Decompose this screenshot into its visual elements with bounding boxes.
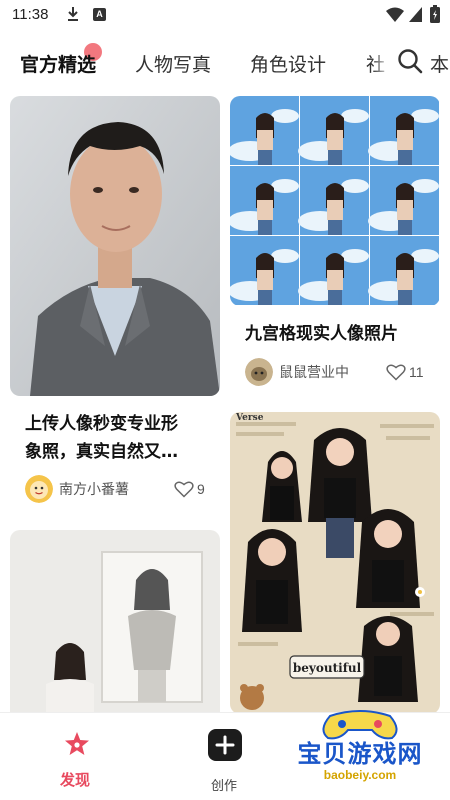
download-icon xyxy=(68,7,78,21)
nine-grid-image xyxy=(230,96,440,306)
discover-star-icon xyxy=(65,732,89,755)
card-title-headshot[interactable]: 上传人像秒变专业形 象照，真实自然又… xyxy=(25,410,215,466)
battery-icon xyxy=(430,5,440,23)
tab-partial[interactable]: 本 xyxy=(430,50,449,77)
collage-verse-text: Verse xyxy=(235,413,264,423)
card-image-nine-grid[interactable] xyxy=(230,96,440,306)
nav-discover-label: 发现 xyxy=(60,771,91,789)
like-count: 11 xyxy=(409,364,424,380)
a-badge-icon: A xyxy=(93,8,106,21)
tab-portrait[interactable]: 人物写真 xyxy=(135,50,211,77)
author-name: 南方小番薯 xyxy=(59,482,129,498)
plus-icon xyxy=(208,729,242,761)
nav-discover[interactable]: 发现 xyxy=(52,729,102,789)
cellular-icon xyxy=(409,7,422,22)
watermark: 宝贝游戏网 baobeiy.com xyxy=(270,710,450,800)
search-icon[interactable] xyxy=(397,48,423,74)
avatar xyxy=(25,475,53,503)
card-author-headshot[interactable]: 南方小番薯 xyxy=(25,475,129,503)
avatar xyxy=(245,358,273,386)
card-title-line2: 象照，真实自然又… xyxy=(25,442,178,462)
tab-character-design[interactable]: 角色设计 xyxy=(250,50,326,77)
tab-fade xyxy=(372,44,400,78)
card-image-headshot[interactable] xyxy=(10,96,220,396)
like-count: 9 xyxy=(197,481,205,497)
heart-icon xyxy=(386,364,406,381)
status-time: 11:38 xyxy=(12,6,49,23)
watermark-url: baobeiy.com xyxy=(323,768,397,782)
card-title-line1: 上传人像秒变专业形 xyxy=(25,414,178,434)
gallery-image xyxy=(10,530,220,720)
card-author-nine-grid[interactable]: 鼠鼠营业中 xyxy=(245,358,349,386)
card-title-nine-grid[interactable]: 九宫格现实人像照片 xyxy=(245,320,435,348)
collage-image: beyoutiful Verse xyxy=(230,412,440,714)
card-image-collage[interactable]: beyoutiful Verse xyxy=(230,412,440,714)
like-button-headshot[interactable]: 9 xyxy=(174,475,205,503)
nav-create-label: 创作 xyxy=(211,779,238,794)
like-button-nine-grid[interactable]: 11 xyxy=(386,358,424,386)
tab-official-picks[interactable]: 官方精选 xyxy=(20,50,96,77)
watermark-text: 宝贝游戏网 xyxy=(297,740,423,768)
heart-icon xyxy=(174,481,194,498)
status-bar: 11:38 A xyxy=(0,0,450,30)
card-image-gallery[interactable] xyxy=(10,530,220,720)
collage-sticker-text: beyoutiful xyxy=(293,661,362,675)
wifi-icon xyxy=(386,7,404,22)
author-name: 鼠鼠营业中 xyxy=(279,365,349,381)
nav-create[interactable]: 创作 xyxy=(200,727,250,794)
headshot-image xyxy=(10,96,220,396)
